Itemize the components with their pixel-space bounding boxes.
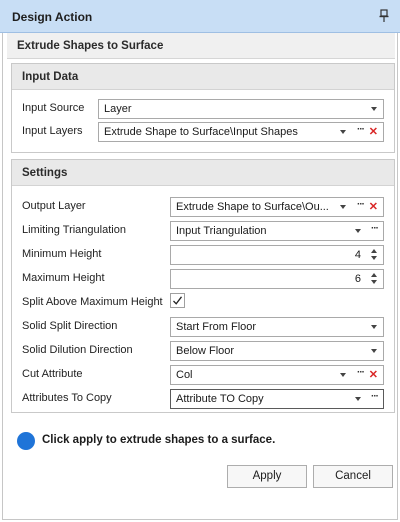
input-source-dropdown[interactable]: Layer	[98, 99, 384, 119]
chevron-down-icon[interactable]	[355, 229, 361, 233]
info-dot-icon	[17, 432, 35, 450]
cut-attribute-label: Cut Attribute	[22, 368, 83, 380]
split-above-max-checkbox[interactable]	[170, 293, 185, 308]
ellipsis-icon[interactable]: ···	[371, 223, 379, 234]
chevron-down-icon[interactable]	[340, 130, 346, 134]
solid-dilution-direction-dropdown[interactable]: Below Floor	[170, 341, 384, 361]
output-layer-value: Extrude Shape to Surface\Ou...	[176, 201, 329, 213]
input-layers-value: Extrude Shape to Surface\Input Shapes	[104, 126, 298, 138]
maximum-height-value: 6	[354, 273, 361, 285]
spinner-arrows-icon[interactable]	[371, 247, 379, 263]
input-data-header[interactable]: Input Data	[12, 64, 394, 90]
output-layer-dropdown[interactable]: Extrude Shape to Surface\Ou... ··· ✕	[170, 197, 384, 217]
chevron-down-icon[interactable]	[371, 349, 377, 353]
limiting-triangulation-label: Limiting Triangulation	[22, 224, 126, 236]
solid-split-direction-value: Start From Floor	[176, 321, 257, 333]
attributes-to-copy-value: Attribute TO Copy	[176, 393, 264, 405]
info-message-text: Click apply to extrude shapes to a surfa…	[42, 434, 276, 446]
input-data-group: Input Data Input Source Layer Input Laye…	[11, 63, 395, 153]
window-title: Design Action	[12, 10, 93, 24]
input-source-label: Input Source	[22, 102, 85, 114]
settings-header[interactable]: Settings	[12, 160, 394, 186]
panel-heading: Extrude Shapes to Surface	[7, 33, 395, 59]
limiting-triangulation-dropdown[interactable]: Input Triangulation ···	[170, 221, 384, 241]
pin-icon[interactable]	[378, 9, 390, 23]
apply-button[interactable]: Apply	[227, 465, 307, 488]
maximum-height-spinner[interactable]: 6	[170, 269, 384, 289]
chevron-down-icon[interactable]	[371, 107, 377, 111]
clear-icon[interactable]: ✕	[369, 368, 378, 381]
limiting-triangulation-value: Input Triangulation	[176, 225, 267, 237]
solid-dilution-direction-label: Solid Dilution Direction	[22, 344, 133, 356]
design-action-panel: Extrude Shapes to Surface Input Data Inp…	[2, 33, 398, 520]
settings-title: Settings	[22, 167, 68, 179]
ellipsis-icon[interactable]: ···	[357, 367, 365, 378]
solid-split-direction-label: Solid Split Direction	[22, 320, 118, 332]
chevron-down-icon[interactable]	[371, 325, 377, 329]
minimum-height-spinner[interactable]: 4	[170, 245, 384, 265]
input-data-title: Input Data	[22, 71, 79, 83]
split-above-max-label: Split Above Maximum Height	[22, 296, 163, 308]
chevron-down-icon[interactable]	[340, 373, 346, 377]
cancel-button[interactable]: Cancel	[313, 465, 393, 488]
solid-dilution-direction-value: Below Floor	[176, 345, 235, 357]
chevron-down-icon[interactable]	[355, 397, 361, 401]
minimum-height-label: Minimum Height	[22, 248, 102, 260]
ellipsis-icon[interactable]: ···	[371, 391, 379, 402]
input-layers-dropdown[interactable]: Extrude Shape to Surface\Input Shapes ··…	[98, 122, 384, 142]
attributes-to-copy-label: Attributes To Copy	[22, 392, 112, 404]
panel-heading-title: Extrude Shapes to Surface	[17, 40, 164, 52]
input-layers-label: Input Layers	[22, 125, 83, 137]
chevron-down-icon[interactable]	[340, 205, 346, 209]
title-bar: Design Action	[0, 0, 400, 33]
checkmark-icon	[173, 296, 183, 305]
solid-split-direction-dropdown[interactable]: Start From Floor	[170, 317, 384, 337]
input-source-value: Layer	[104, 103, 132, 115]
ellipsis-icon[interactable]: ···	[357, 199, 365, 210]
maximum-height-label: Maximum Height	[22, 272, 105, 284]
spinner-arrows-icon[interactable]	[371, 271, 379, 287]
ellipsis-icon[interactable]: ···	[357, 124, 365, 135]
settings-group: Settings Output Layer Extrude Shape to S…	[11, 159, 395, 413]
clear-icon[interactable]: ✕	[369, 125, 378, 138]
output-layer-label: Output Layer	[22, 200, 86, 212]
cut-attribute-value: Col	[176, 369, 193, 381]
cut-attribute-dropdown[interactable]: Col ··· ✕	[170, 365, 384, 385]
clear-icon[interactable]: ✕	[369, 200, 378, 213]
attributes-to-copy-dropdown[interactable]: Attribute TO Copy ···	[170, 389, 384, 409]
minimum-height-value: 4	[354, 249, 361, 261]
